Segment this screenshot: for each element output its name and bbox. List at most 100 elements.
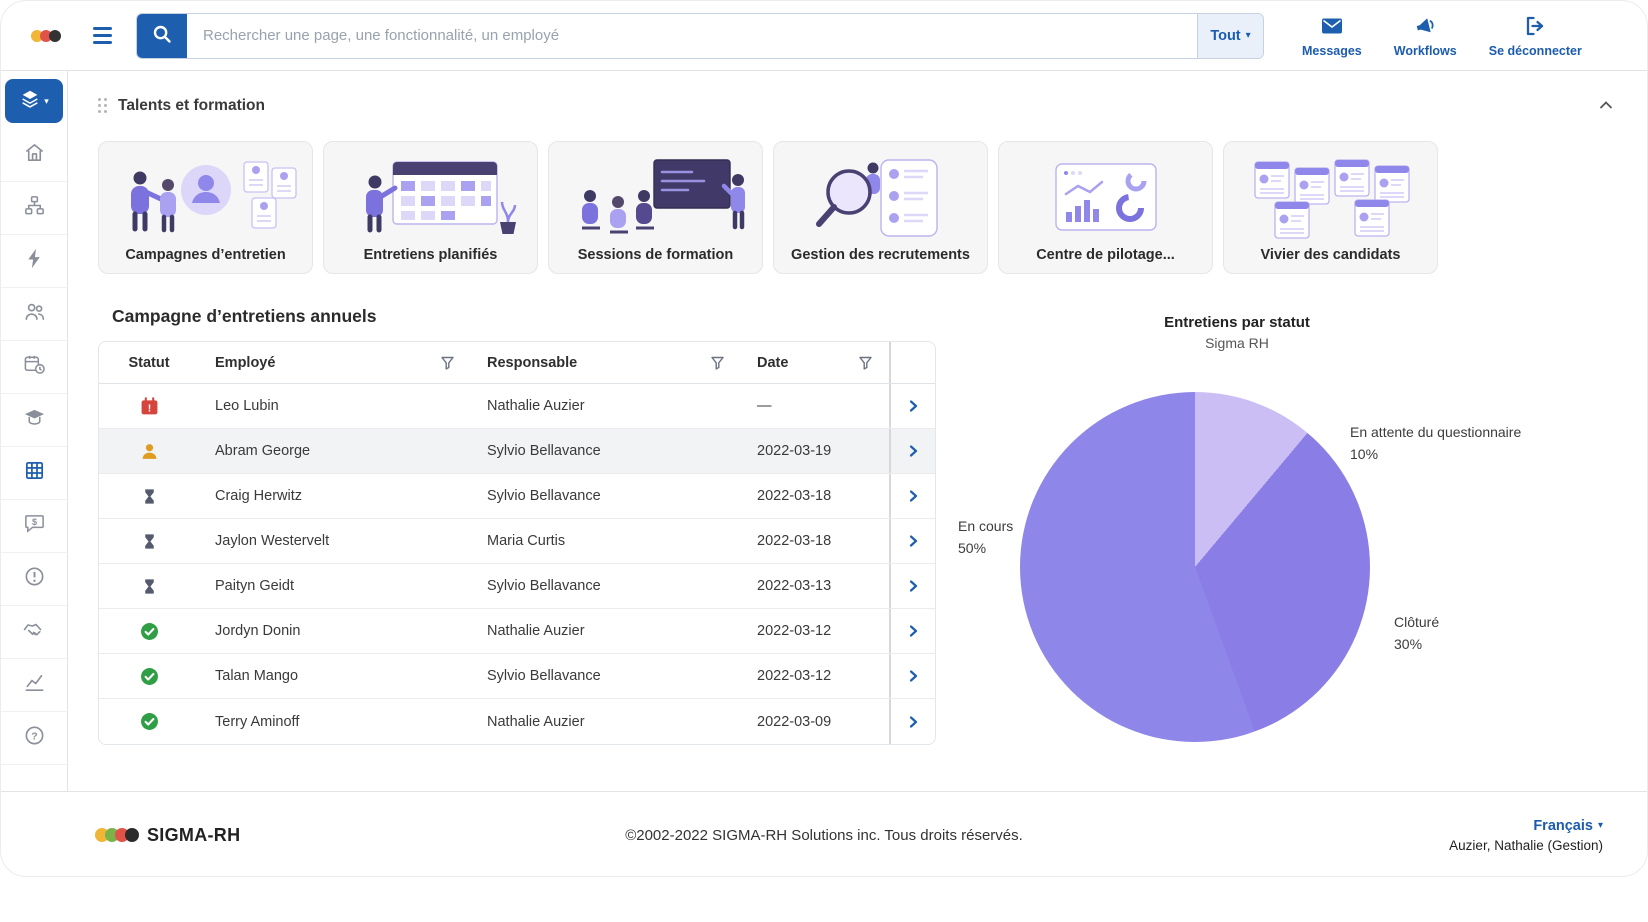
drag-handle-icon[interactable] (98, 98, 108, 114)
section-collapse-button[interactable] (1595, 94, 1617, 119)
table-row[interactable]: ! Terry Aminoff Nathalie Auzier 2022-03-… (99, 699, 935, 744)
table-row[interactable]: ! Paityn Geidt Sylvio Bellavance 2022-03… (99, 564, 935, 609)
manager-cell: Nathalie Auzier (471, 714, 741, 730)
layers-icon (19, 88, 41, 115)
chevron-up-icon (1597, 102, 1615, 117)
card-interview-campaigns[interactable]: Campagnes d’entretien (98, 141, 313, 274)
row-open-button[interactable] (903, 621, 923, 641)
card-illustration (331, 153, 531, 247)
language-selector[interactable]: Français ▾ (1533, 818, 1603, 834)
employee-cell: Craig Herwitz (199, 488, 471, 504)
chevron-down-icon: ▾ (44, 97, 49, 106)
current-user-label: Auzier, Nathalie (Gestion) (1449, 838, 1603, 853)
search-button[interactable] (137, 14, 187, 58)
employee-cell: Jordyn Donin (199, 623, 471, 639)
manager-cell: Sylvio Bellavance (471, 668, 741, 684)
employee-cell: Abram George (199, 443, 471, 459)
payroll-chat-icon: $ (23, 512, 46, 540)
menu-button[interactable] (89, 23, 116, 48)
employee-filter-button[interactable] (438, 353, 457, 372)
card-training-sessions[interactable]: Sessions de formation (548, 141, 763, 274)
copyright-text: ©2002-2022 SIGMA-RH Solutions inc. Tous … (625, 827, 1023, 844)
chevron-right-icon (905, 447, 921, 462)
chevron-down-icon: ▾ (1246, 31, 1251, 41)
row-open-button[interactable] (903, 486, 923, 506)
chart-title: Entretiens par statut (1062, 314, 1412, 331)
brand-dots-icon (95, 828, 139, 842)
table-row[interactable]: ! Craig Herwitz Sylvio Bellavance 2022-0… (99, 474, 935, 519)
envelope-icon (1319, 14, 1345, 41)
row-open-button[interactable] (903, 441, 923, 461)
campaign-table: Statut Employé Responsable Date (98, 341, 936, 745)
card-candidate-pool[interactable]: Vivier des candidats (1223, 141, 1438, 274)
chevron-right-icon (905, 582, 921, 597)
table-header: Statut Employé Responsable Date (99, 342, 935, 384)
sidebar-item-schedule[interactable] (1, 341, 67, 394)
card-planned-interviews[interactable]: Entretiens planifiés (323, 141, 538, 274)
search-scope-dropdown[interactable]: Tout ▾ (1197, 14, 1263, 58)
logout-button[interactable]: Se déconnecter (1489, 14, 1582, 58)
table-row[interactable]: ! Talan Mango Sylvio Bellavance 2022-03-… (99, 654, 935, 699)
sidebar: ▾ $ (1, 71, 68, 791)
sidebar-item-org-chart[interactable] (1, 182, 67, 235)
sidebar-item-help[interactable]: ? (1, 712, 67, 765)
handshake-icon (22, 618, 46, 647)
brand-name: SIGMA-RH (147, 825, 240, 846)
card-label: Sessions de formation (578, 247, 734, 263)
sidebar-item-training[interactable] (1, 394, 67, 447)
row-open-button[interactable] (903, 531, 923, 551)
employee-cell: Leo Lubin (199, 398, 471, 414)
manager-filter-button[interactable] (708, 353, 727, 372)
card-illustration (781, 153, 981, 247)
sidebar-item-employees[interactable] (1, 288, 67, 341)
table-scrollbar[interactable] (889, 342, 935, 383)
status-cell: ! (99, 712, 199, 731)
filter-icon (440, 358, 455, 373)
svg-text:?: ? (31, 730, 37, 742)
search-icon (152, 24, 172, 47)
sidebar-item-payroll[interactable]: $ (1, 500, 67, 553)
table-row[interactable]: ! Abram George Sylvio Bellavance 2022-03… (99, 429, 935, 474)
done-check-icon (140, 667, 159, 686)
card-illustration (1006, 153, 1206, 247)
row-open-button[interactable] (903, 576, 923, 596)
sidebar-item-home[interactable] (1, 129, 67, 182)
line-chart-icon (23, 671, 46, 699)
employee-cell: Talan Mango (199, 668, 471, 684)
alert-icon (23, 565, 46, 593)
row-open-button[interactable] (903, 396, 923, 416)
table-title: Campagne d’entretiens annuels (112, 306, 950, 327)
done-check-icon (140, 712, 159, 731)
card-dashboard-center[interactable]: Centre de pilotage... (998, 141, 1213, 274)
status-cell: ! (99, 533, 199, 550)
workflows-button[interactable]: Workflows (1394, 14, 1457, 58)
date-cell: 2022-03-19 (741, 443, 889, 459)
sidebar-item-relations[interactable] (1, 606, 67, 659)
row-open-button[interactable] (903, 712, 923, 732)
table-row[interactable]: ! Jaylon Westervelt Maria Curtis 2022-03… (99, 519, 935, 564)
table-row[interactable]: ! Leo Lubin Nathalie Auzier — (99, 384, 935, 429)
footer-logo: SIGMA-RH (95, 825, 240, 846)
org-chart-icon (23, 194, 46, 222)
sidebar-item-talents-current[interactable] (1, 447, 67, 500)
date-filter-button[interactable] (856, 353, 875, 372)
section-title: Talents et formation (118, 97, 265, 115)
column-header-manager: Responsable (487, 355, 577, 371)
sidebar-item-actions[interactable] (1, 235, 67, 288)
search-input[interactable] (187, 14, 1197, 58)
logout-icon (1522, 14, 1548, 41)
sidebar-item-reports[interactable] (1, 659, 67, 712)
logout-label: Se déconnecter (1489, 44, 1582, 58)
manager-cell: Sylvio Bellavance (471, 488, 741, 504)
sidebar-module-switcher[interactable]: ▾ (5, 79, 63, 123)
card-recruitment[interactable]: Gestion des recrutements (773, 141, 988, 274)
hourglass-icon (141, 578, 158, 595)
card-illustration (1231, 153, 1431, 247)
row-open-button[interactable] (903, 666, 923, 686)
workflows-label: Workflows (1394, 44, 1457, 58)
messages-button[interactable]: Messages (1302, 14, 1362, 58)
table-row[interactable]: ! Jordyn Donin Nathalie Auzier 2022-03-1… (99, 609, 935, 654)
top-bar: Tout ▾ Messages Workflows Se (1, 1, 1647, 71)
sidebar-item-incidents[interactable] (1, 553, 67, 606)
megaphone-icon (1412, 14, 1438, 41)
